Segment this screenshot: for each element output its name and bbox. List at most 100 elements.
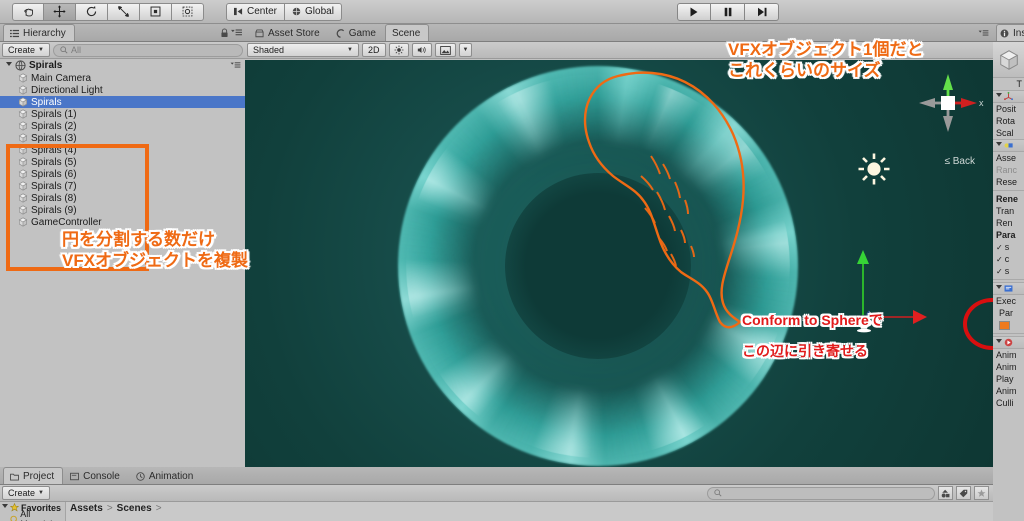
scene-lighting-toggle[interactable] xyxy=(388,43,409,57)
favorites-all-materials[interactable]: All Materials xyxy=(0,509,65,521)
hierarchy-item-main-camera[interactable]: Main Camera xyxy=(0,72,245,84)
hierarchy-scene-root[interactable]: Spirals xyxy=(0,59,245,72)
inspector-parameter-label: s xyxy=(1004,242,1010,252)
search-icon xyxy=(60,46,68,54)
tab-game[interactable]: Game xyxy=(329,24,385,41)
chevron-down-icon[interactable] xyxy=(996,93,1002,100)
step-button[interactable] xyxy=(745,3,779,21)
particle-color-swatch[interactable] xyxy=(993,319,1024,331)
hierarchy-item-directional-light[interactable]: Directional Light xyxy=(0,84,245,96)
hierarchy-item-label: Spirals (9) xyxy=(31,204,77,216)
hand-tool-button[interactable] xyxy=(12,2,44,21)
chevron-down-icon[interactable] xyxy=(6,62,12,69)
tab-scene-label: Scene xyxy=(391,27,421,39)
chevron-down-icon[interactable] xyxy=(996,142,1002,149)
rotate-tool-button[interactable] xyxy=(76,2,108,21)
pause-button[interactable] xyxy=(711,3,745,21)
inspector-animator-row-3: Anim xyxy=(996,386,1017,396)
scale-tool-button[interactable] xyxy=(108,2,140,21)
project-content-area[interactable]: Assets > Scenes > xyxy=(66,502,993,521)
scene-orientation-gizmo[interactable]: x xyxy=(911,66,985,140)
vfx-component-header[interactable] xyxy=(993,139,1024,152)
scene-audio-toggle[interactable] xyxy=(411,43,432,57)
breadcrumb-assets[interactable]: Assets xyxy=(70,503,103,514)
inspector-parameter-label: c xyxy=(1004,254,1010,264)
inspector-parameter-checkbox-row-0[interactable]: ✓ s xyxy=(993,241,1024,253)
hierarchy-item-spirals[interactable]: Spirals xyxy=(0,96,245,108)
tab-hierarchy[interactable]: Hierarchy xyxy=(3,24,75,41)
hierarchy-item-label: Spirals (8) xyxy=(31,192,77,204)
scene-view-back-label[interactable]: ≤ Back xyxy=(944,156,975,167)
gizmo-axis-x-arrow[interactable] xyxy=(913,310,927,324)
tab-animation[interactable]: Animation xyxy=(129,467,202,484)
favorites-filter-button[interactable] xyxy=(974,486,989,500)
pivot-mode-button[interactable]: Center xyxy=(226,2,286,21)
hierarchy-item-spirals-6[interactable]: Spirals (6) xyxy=(0,168,245,180)
inspector-parameter-label: s xyxy=(1004,266,1010,276)
tab-scene[interactable]: Scene xyxy=(384,24,430,41)
console-icon xyxy=(70,472,80,480)
hierarchy-item-spirals-3[interactable]: Spirals (3) xyxy=(0,132,245,144)
directional-light-gizmo[interactable] xyxy=(857,152,891,186)
exec-component-header[interactable] xyxy=(993,282,1024,295)
hierarchy-item-spirals-1[interactable]: Spirals (1) xyxy=(0,108,245,120)
animator-component-header[interactable] xyxy=(993,336,1024,349)
chevron-down-icon[interactable] xyxy=(2,504,8,511)
play-button[interactable] xyxy=(677,3,711,21)
inspector-parameter-checkbox-row-2[interactable]: ✓ s xyxy=(993,265,1024,277)
hierarchy-create-button[interactable]: Create ▼ xyxy=(2,43,50,57)
scene-options-icon[interactable] xyxy=(978,29,989,38)
chevron-down-icon[interactable] xyxy=(996,339,1002,346)
tab-inspector[interactable]: Inspector xyxy=(996,24,1024,41)
hierarchy-search-input[interactable]: All xyxy=(52,43,243,57)
pivot-space-group: Center Global xyxy=(226,2,342,21)
breadcrumb-scenes[interactable]: Scenes xyxy=(117,503,152,514)
scene-menu-icon[interactable] xyxy=(230,61,241,70)
hierarchy-item-gamecontroller[interactable]: GameController xyxy=(0,216,245,228)
scene-effects-dropdown[interactable]: ▼ xyxy=(458,43,473,57)
tab-asset-store[interactable]: Asset Store xyxy=(248,24,329,41)
hierarchy-item-label: Spirals xyxy=(31,96,62,108)
store-icon xyxy=(255,28,264,37)
shading-mode-dropdown[interactable]: Shaded ▼ xyxy=(247,43,359,57)
hierarchy-item-spirals-8[interactable]: Spirals (8) xyxy=(0,192,245,204)
exec-label: Exec xyxy=(996,296,1017,306)
breadcrumb-separator-icon-2: > xyxy=(155,503,162,514)
shading-mode-label: Shaded xyxy=(253,45,285,55)
filter-by-type-button[interactable] xyxy=(938,486,953,500)
hierarchy-item-spirals-9[interactable]: Spirals (9) xyxy=(0,204,245,216)
speaker-icon xyxy=(417,46,426,54)
space-mode-button[interactable]: Global xyxy=(285,2,342,21)
hierarchy-item-spirals-5[interactable]: Spirals (5) xyxy=(0,156,245,168)
project-search-input[interactable] xyxy=(707,486,935,500)
playmode-buttons xyxy=(677,3,779,21)
lock-icon[interactable] xyxy=(220,28,229,38)
scene-viewport[interactable]: x ≤ Back Play Controls xyxy=(245,60,993,467)
hierarchy-item-spirals-4[interactable]: Spirals (4) xyxy=(0,144,245,156)
pause-icon xyxy=(724,7,731,17)
chevron-down-icon[interactable] xyxy=(996,285,1002,292)
tab-inspector-label: Inspector xyxy=(1013,27,1024,39)
inspector-parameter-checkbox-row-1[interactable]: ✓ c xyxy=(993,253,1024,265)
2d-toggle-button[interactable]: 2D xyxy=(362,43,386,57)
shapes-icon xyxy=(941,489,950,497)
gizmo-axis-y-arrow[interactable] xyxy=(857,250,869,264)
transform-component-header[interactable] xyxy=(993,90,1024,103)
project-create-button[interactable]: Create ▼ xyxy=(2,486,50,500)
hierarchy-menu-icon[interactable] xyxy=(231,28,242,38)
tab-project[interactable]: Project xyxy=(3,467,64,484)
parameters-header[interactable]: Para xyxy=(993,229,1024,241)
renderer-header[interactable]: Rene xyxy=(993,193,1024,205)
inspector-animator-row-4: Culli xyxy=(996,398,1014,408)
breadcrumb-separator-icon: > xyxy=(106,503,113,514)
gameobject-icon xyxy=(18,109,28,119)
rect-tool-button[interactable] xyxy=(140,2,172,21)
move-tool-button[interactable] xyxy=(44,2,76,21)
info-icon xyxy=(1000,29,1009,37)
filter-by-label-button[interactable] xyxy=(956,486,971,500)
transform-tool-button[interactable] xyxy=(172,2,204,21)
tab-console[interactable]: Console xyxy=(63,467,129,484)
scene-effects-toggle[interactable] xyxy=(434,43,456,57)
hierarchy-item-spirals-2[interactable]: Spirals (2) xyxy=(0,120,245,132)
hierarchy-item-spirals-7[interactable]: Spirals (7) xyxy=(0,180,245,192)
